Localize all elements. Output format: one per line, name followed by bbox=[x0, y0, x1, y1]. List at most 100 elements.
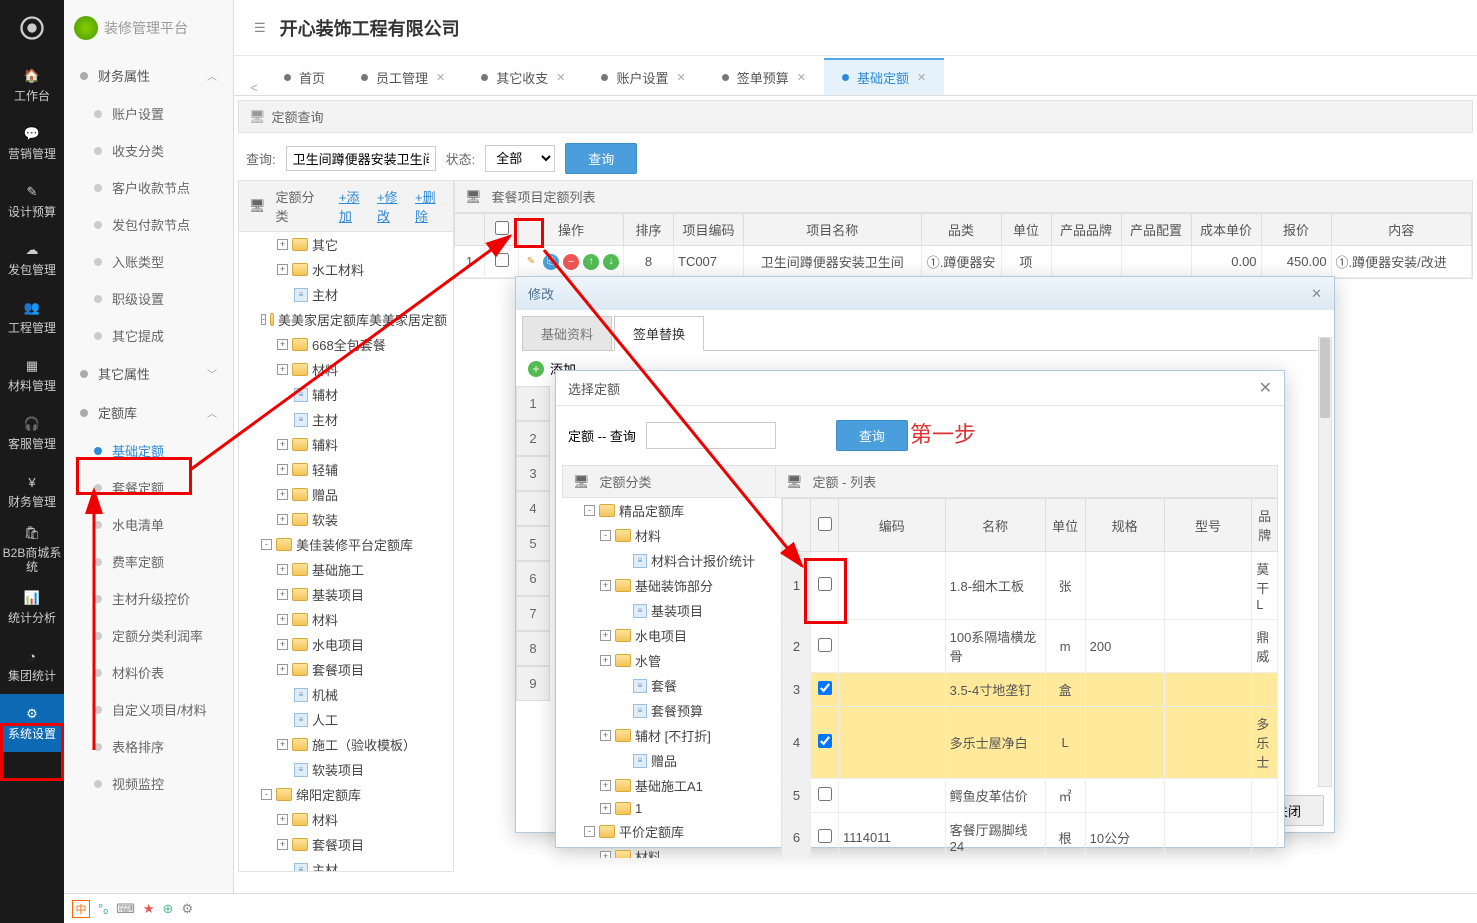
expand-icon[interactable]: + bbox=[277, 264, 288, 275]
nav-stats[interactable]: 📊统计分析 bbox=[0, 578, 64, 636]
tree-node[interactable]: ≡辅材 bbox=[239, 382, 453, 407]
tree-node[interactable]: ≡材料合计报价统计 bbox=[562, 548, 781, 573]
expand-icon[interactable]: + bbox=[277, 364, 288, 375]
sub-upgrade-price[interactable]: 主材升级控价 bbox=[64, 580, 233, 617]
expand-icon[interactable]: + bbox=[277, 839, 288, 850]
group-finance[interactable]: 财务属性︿ bbox=[64, 56, 233, 95]
check-all[interactable] bbox=[495, 221, 509, 235]
sub-base-quota[interactable]: 基础定额 bbox=[64, 432, 233, 469]
sub-video[interactable]: 视频监控 bbox=[64, 765, 233, 802]
tree-node[interactable]: ≡套餐预算 bbox=[562, 698, 781, 723]
nav-project[interactable]: 👥工程管理 bbox=[0, 288, 64, 346]
check-all[interactable] bbox=[818, 517, 832, 531]
tree-node[interactable]: +材料 bbox=[239, 357, 453, 382]
tree-node[interactable]: ≡主材 bbox=[239, 282, 453, 307]
tree-node[interactable]: ≡人工 bbox=[239, 707, 453, 732]
expand-icon[interactable]: + bbox=[600, 655, 611, 666]
quota-search-button[interactable]: 查询 bbox=[836, 420, 908, 451]
tree-node[interactable]: +赠品 bbox=[239, 482, 453, 507]
sub-profit-rate[interactable]: 定额分类利润率 bbox=[64, 617, 233, 654]
close-icon[interactable]: ✕ bbox=[797, 71, 806, 84]
status-icon[interactable]: ★ bbox=[143, 901, 155, 917]
status-icon[interactable]: °ₒ bbox=[98, 901, 108, 916]
nav-workbench[interactable]: 🏠工作台 bbox=[0, 56, 64, 114]
row-check[interactable] bbox=[818, 638, 832, 652]
tree-node[interactable]: +基础施工 bbox=[239, 557, 453, 582]
sub-custom-item[interactable]: 自定义项目/材料 bbox=[64, 691, 233, 728]
tree-node[interactable]: +软装 bbox=[239, 507, 453, 532]
group-other[interactable]: 其它属性﹀ bbox=[64, 354, 233, 393]
expand-icon[interactable]: + bbox=[277, 239, 288, 250]
nav-service[interactable]: 🎧客服管理 bbox=[0, 404, 64, 462]
status-icon[interactable]: ⊕ bbox=[163, 901, 174, 917]
tree-node[interactable]: ≡软装项目 bbox=[239, 757, 453, 782]
tree-node[interactable]: +轻辅 bbox=[239, 457, 453, 482]
row-check[interactable] bbox=[818, 787, 832, 801]
tree-node[interactable]: +1 bbox=[562, 798, 781, 819]
row-check[interactable] bbox=[818, 829, 832, 843]
sub-material-price[interactable]: 材料价表 bbox=[64, 654, 233, 691]
expand-icon[interactable]: + bbox=[277, 339, 288, 350]
tree-node[interactable]: -绵阳定额库 bbox=[239, 782, 453, 807]
tree-node[interactable]: +基装项目 bbox=[239, 582, 453, 607]
search-input[interactable] bbox=[286, 146, 436, 171]
nav-settings[interactable]: ⚙系统设置 bbox=[0, 694, 64, 752]
expand-icon[interactable]: + bbox=[277, 814, 288, 825]
tree-node[interactable]: +水电项目 bbox=[239, 632, 453, 657]
list-row[interactable]: 33.5-4寸地垄钉盒 bbox=[783, 673, 1278, 707]
nav-marketing[interactable]: 💬营销管理 bbox=[0, 114, 64, 172]
row-check[interactable] bbox=[495, 253, 509, 267]
close-icon[interactable]: ✕ bbox=[556, 71, 565, 84]
tab-account[interactable]: 账户设置✕ bbox=[583, 60, 703, 95]
expand-icon[interactable]: + bbox=[600, 803, 611, 814]
tree-node[interactable]: +材料 bbox=[562, 844, 781, 858]
tree-node[interactable]: ≡基装项目 bbox=[562, 598, 781, 623]
sub-rank[interactable]: 职级设置 bbox=[64, 280, 233, 317]
table-row[interactable]: 1 ✎ ⎘ – ↑ ↓ 8 TC007 卫生间蹲便器安装卫生间 bbox=[455, 246, 1472, 278]
collapse-icon[interactable]: ☰ bbox=[254, 20, 266, 36]
list-row[interactable]: 4多乐士屋净白L多乐士 bbox=[783, 707, 1278, 779]
close-icon[interactable]: ✕ bbox=[917, 71, 926, 84]
expand-icon[interactable]: + bbox=[600, 730, 611, 741]
expand-icon[interactable]: + bbox=[600, 580, 611, 591]
delete-icon[interactable]: – bbox=[563, 254, 579, 270]
expand-icon[interactable]: - bbox=[261, 789, 272, 800]
sub-water-list[interactable]: 水电清单 bbox=[64, 506, 233, 543]
edit-icon[interactable]: ✎ bbox=[523, 254, 539, 270]
expand-icon[interactable]: + bbox=[277, 439, 288, 450]
category-tree[interactable]: +其它+水工材料≡主材-美美家居定额库美美家居定额+668全包套餐+材料≡辅材≡… bbox=[238, 232, 454, 872]
tree-node[interactable]: +水工材料 bbox=[239, 257, 453, 282]
tree-node[interactable]: ≡赠品 bbox=[562, 748, 781, 773]
tree-node[interactable]: +基础装饰部分 bbox=[562, 573, 781, 598]
sub-pay-node[interactable]: 发包付款节点 bbox=[64, 206, 233, 243]
tree-node[interactable]: -精品定额库 bbox=[562, 498, 781, 523]
tab-staff[interactable]: 员工管理✕ bbox=[343, 60, 463, 95]
edit-link[interactable]: +修改 bbox=[377, 187, 405, 225]
sub-table-sort[interactable]: 表格排序 bbox=[64, 728, 233, 765]
status-select[interactable]: 全部 bbox=[485, 145, 555, 172]
tree-node[interactable]: +套餐项目 bbox=[239, 657, 453, 682]
tree-node[interactable]: ≡主材 bbox=[239, 407, 453, 432]
quota-search-input[interactable] bbox=[646, 422, 776, 449]
row-check[interactable] bbox=[818, 681, 832, 695]
tree-node[interactable]: +668全包套餐 bbox=[239, 332, 453, 357]
tree-node[interactable]: ≡套餐 bbox=[562, 673, 781, 698]
sub-income-cat[interactable]: 收支分类 bbox=[64, 132, 233, 169]
copy-icon[interactable]: ⎘ bbox=[543, 254, 559, 270]
expand-icon[interactable]: + bbox=[600, 851, 611, 858]
add-link[interactable]: +添加 bbox=[339, 187, 367, 225]
sub-rate-quota[interactable]: 费率定额 bbox=[64, 543, 233, 580]
tree-node[interactable]: +其它 bbox=[239, 232, 453, 257]
tree-node[interactable]: ≡机械 bbox=[239, 682, 453, 707]
expand-icon[interactable]: + bbox=[277, 639, 288, 650]
add-icon[interactable]: + bbox=[528, 361, 544, 377]
sub-receipt-node[interactable]: 客户收款节点 bbox=[64, 169, 233, 206]
row-check[interactable] bbox=[818, 577, 832, 591]
expand-icon[interactable]: + bbox=[600, 630, 611, 641]
expand-icon[interactable]: + bbox=[277, 739, 288, 750]
tree-node[interactable]: +材料 bbox=[239, 607, 453, 632]
close-icon[interactable]: ✕ bbox=[436, 71, 445, 84]
scrollbar[interactable] bbox=[1318, 337, 1332, 787]
group-quota[interactable]: 定额库︿ bbox=[64, 393, 233, 432]
nav-package[interactable]: ☁发包管理 bbox=[0, 230, 64, 288]
